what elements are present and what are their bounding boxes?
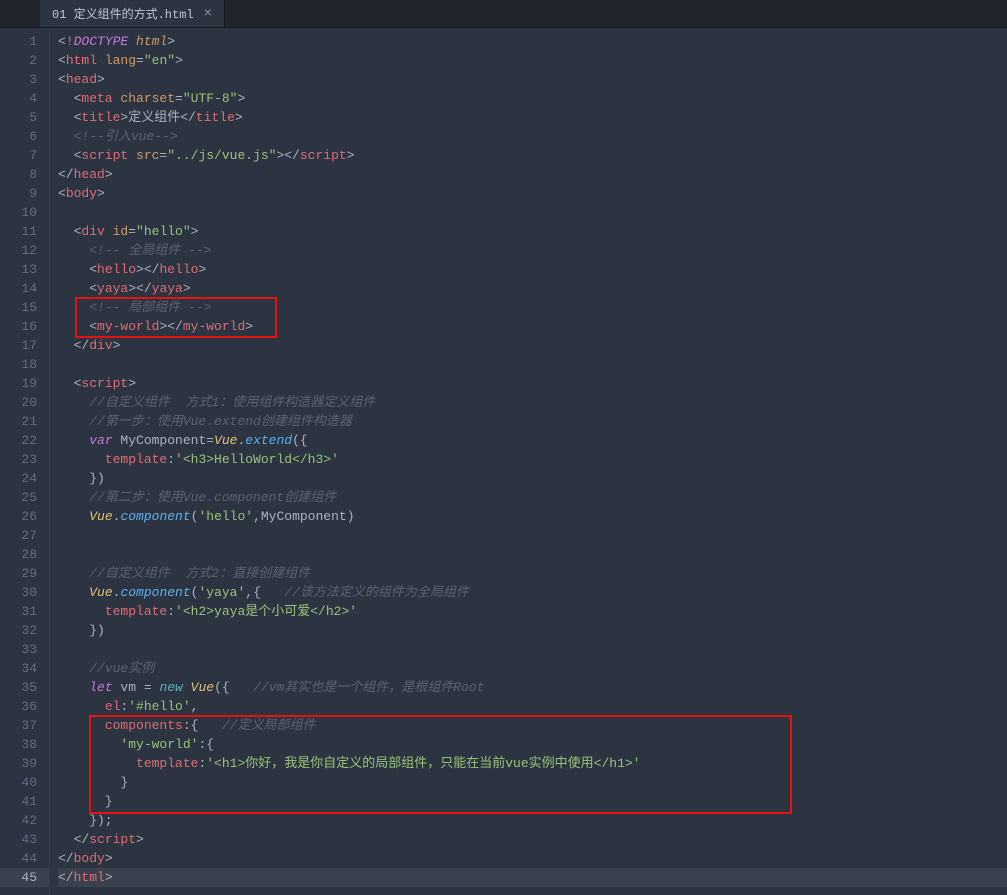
tab-bar-gutter-gap: [0, 0, 40, 27]
line-number: 42: [0, 811, 37, 830]
line-number: 20: [0, 393, 37, 412]
code-line[interactable]: }: [58, 773, 1007, 792]
line-number: 19: [0, 374, 37, 393]
code-line[interactable]: Vue.component('hello',MyComponent): [58, 507, 1007, 526]
code-area[interactable]: <!DOCTYPE html><html lang="en"><head> <m…: [50, 28, 1007, 895]
line-number: 30: [0, 583, 37, 602]
line-number: 10: [0, 203, 37, 222]
code-line[interactable]: //自定义组件 方式1：使用组件构造器定义组件: [58, 393, 1007, 412]
code-line[interactable]: </head>: [58, 165, 1007, 184]
line-number: 45: [0, 868, 49, 887]
code-line[interactable]: </div>: [58, 336, 1007, 355]
code-line[interactable]: <!DOCTYPE html>: [58, 32, 1007, 51]
code-line[interactable]: <script>: [58, 374, 1007, 393]
line-number: 13: [0, 260, 37, 279]
code-line[interactable]: 'my-world':{: [58, 735, 1007, 754]
code-line[interactable]: <hello></hello>: [58, 260, 1007, 279]
code-line[interactable]: [58, 640, 1007, 659]
line-number: 16: [0, 317, 37, 336]
code-line[interactable]: el:'#hello',: [58, 697, 1007, 716]
line-number: 6: [0, 127, 37, 146]
code-line[interactable]: <html lang="en">: [58, 51, 1007, 70]
tab-bar: 01 定义组件的方式.html ×: [0, 0, 1007, 28]
line-number: 39: [0, 754, 37, 773]
line-number: 15: [0, 298, 37, 317]
line-number: 32: [0, 621, 37, 640]
code-line[interactable]: </body>: [58, 849, 1007, 868]
code-line[interactable]: <my-world></my-world>: [58, 317, 1007, 336]
line-number: 14: [0, 279, 37, 298]
line-number: 41: [0, 792, 37, 811]
code-line[interactable]: <meta charset="UTF-8">: [58, 89, 1007, 108]
line-number: 34: [0, 659, 37, 678]
code-line[interactable]: });: [58, 811, 1007, 830]
code-line[interactable]: [58, 355, 1007, 374]
code-line[interactable]: <!-- 全局组件 -->: [58, 241, 1007, 260]
code-line[interactable]: <body>: [58, 184, 1007, 203]
line-number: 1: [0, 32, 37, 51]
code-line[interactable]: }: [58, 792, 1007, 811]
code-line[interactable]: [58, 526, 1007, 545]
line-number: 29: [0, 564, 37, 583]
code-line[interactable]: <head>: [58, 70, 1007, 89]
line-number: 36: [0, 697, 37, 716]
code-line[interactable]: </script>: [58, 830, 1007, 849]
line-number: 9: [0, 184, 37, 203]
code-line[interactable]: let vm = new Vue({ //vm其实也是一个组件，是根组件Root: [58, 678, 1007, 697]
line-number: 43: [0, 830, 37, 849]
code-line[interactable]: //vue实例: [58, 659, 1007, 678]
line-number: 7: [0, 146, 37, 165]
code-line[interactable]: <yaya></yaya>: [58, 279, 1007, 298]
line-number: 22: [0, 431, 37, 450]
code-line[interactable]: Vue.component('yaya',{ //该方法定义的组件为全局组件: [58, 583, 1007, 602]
line-number: 27: [0, 526, 37, 545]
line-number: 18: [0, 355, 37, 374]
line-number: 24: [0, 469, 37, 488]
line-number: 23: [0, 450, 37, 469]
line-number: 25: [0, 488, 37, 507]
editor: 1234567891011121314151617181920212223242…: [0, 28, 1007, 895]
code-line[interactable]: <!--引入vue-->: [58, 127, 1007, 146]
close-icon[interactable]: ×: [204, 6, 212, 22]
file-tab-title: 01 定义组件的方式.html: [52, 5, 194, 22]
code-line[interactable]: template:'<h2>yaya是个小可爱</h2>': [58, 602, 1007, 621]
line-number: 17: [0, 336, 37, 355]
line-number: 28: [0, 545, 37, 564]
code-line[interactable]: <div id="hello">: [58, 222, 1007, 241]
code-line[interactable]: //自定义组件 方式2：直接创建组件: [58, 564, 1007, 583]
code-line[interactable]: [58, 203, 1007, 222]
line-number: 31: [0, 602, 37, 621]
line-number: 8: [0, 165, 37, 184]
line-number: 5: [0, 108, 37, 127]
code-line[interactable]: </html>: [58, 868, 1007, 887]
line-number: 38: [0, 735, 37, 754]
line-number: 44: [0, 849, 37, 868]
code-line[interactable]: <script src="../js/vue.js"></script>: [58, 146, 1007, 165]
code-line[interactable]: template:'<h1>你好，我是你自定义的局部组件，只能在当前vue实例中…: [58, 754, 1007, 773]
line-number-gutter: 1234567891011121314151617181920212223242…: [0, 28, 50, 895]
code-line[interactable]: }): [58, 469, 1007, 488]
line-number: 3: [0, 70, 37, 89]
line-number: 2: [0, 51, 37, 70]
code-line[interactable]: [58, 545, 1007, 564]
code-line[interactable]: components:{ //定义局部组件: [58, 716, 1007, 735]
line-number: 21: [0, 412, 37, 431]
line-number: 11: [0, 222, 37, 241]
code-line[interactable]: var MyComponent=Vue.extend({: [58, 431, 1007, 450]
code-line[interactable]: //第二步：使用Vue.component创建组件: [58, 488, 1007, 507]
code-line[interactable]: <title>定义组件</title>: [58, 108, 1007, 127]
file-tab[interactable]: 01 定义组件的方式.html ×: [40, 0, 225, 27]
line-number: 40: [0, 773, 37, 792]
line-number: 26: [0, 507, 37, 526]
code-line[interactable]: template:'<h3>HelloWorld</h3>': [58, 450, 1007, 469]
code-line[interactable]: <!-- 局部组件 -->: [58, 298, 1007, 317]
line-number: 33: [0, 640, 37, 659]
line-number: 37: [0, 716, 37, 735]
code-line[interactable]: }): [58, 621, 1007, 640]
line-number: 4: [0, 89, 37, 108]
line-number: 35: [0, 678, 37, 697]
line-number: 12: [0, 241, 37, 260]
code-line[interactable]: //第一步：使用Vue.extend创建组件构造器: [58, 412, 1007, 431]
